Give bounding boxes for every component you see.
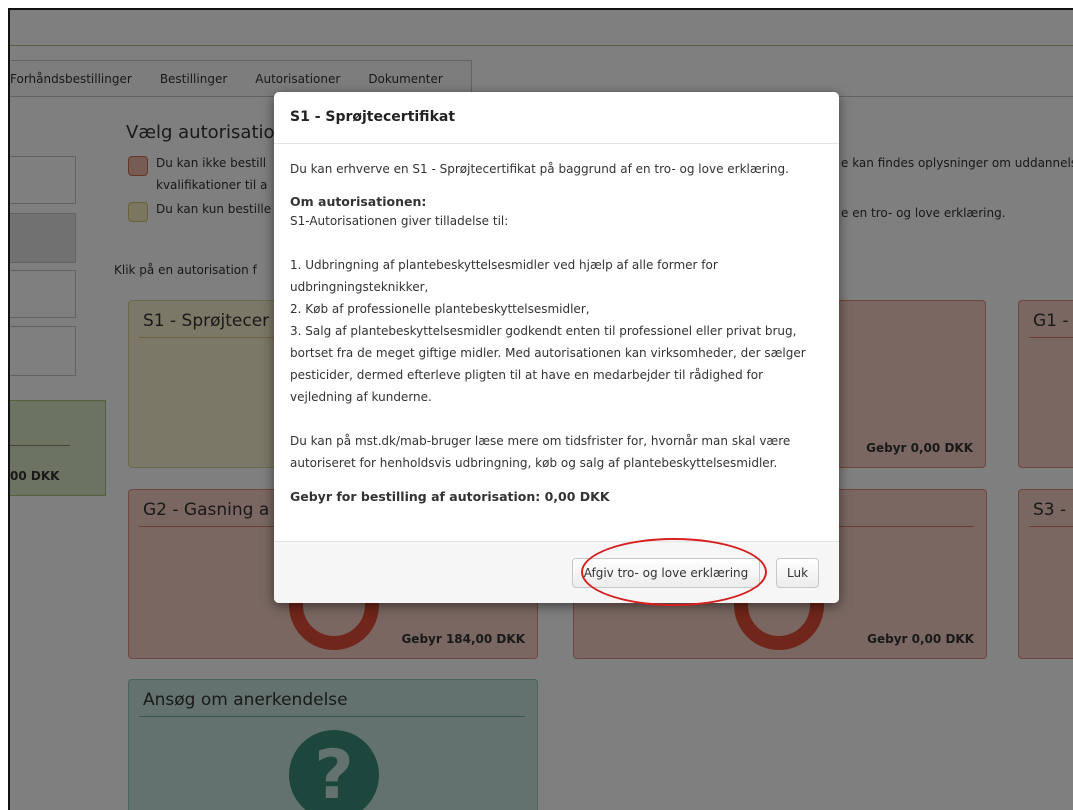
info-text-b: autoriseret for henholdsvis udbringning,… [290,456,778,470]
permission-item-1b: udbringningsteknikker, [290,280,429,294]
permission-item-3d: vejledning af kunderne. [290,390,432,404]
dialog-intro: Du kan erhverve en S1 - Sprøjtecertifika… [290,162,789,176]
about-heading: Om autorisationen: [290,194,427,209]
app-background: Forhåndsbestillinger Bestillinger Autori… [10,10,1073,810]
permission-item-1a: 1. Udbringning af plantebeskyttelsesmidl… [290,258,718,272]
about-text: S1-Autorisationen giver tilladelse til: [290,214,509,228]
screenshot-frame: Forhåndsbestillinger Bestillinger Autori… [8,8,1073,810]
close-button[interactable]: Luk [776,558,819,588]
authorization-dialog: S1 - Sprøjtecertifikat Du kan erhverve e… [274,92,839,603]
permission-item-3b: bortset fra de meget giftige midler. Med… [290,346,806,360]
permission-item-2: 2. Køb af professionelle plantebeskyttel… [290,302,590,316]
submit-declaration-button[interactable]: Afgiv tro- og love erklæring [572,558,760,588]
permission-item-3c: pesticider, dermed efterleve pligten til… [290,368,763,382]
info-text-a: Du kan på mst.dk/mab-bruger læse mere om… [290,434,791,448]
dialog-footer: Afgiv tro- og love erklæring Luk [274,541,839,603]
order-fee: Gebyr for bestilling af autorisation: 0,… [290,489,610,504]
dialog-body: Du kan erhverve en S1 - Sprøjtecertifika… [274,144,839,508]
dialog-title: S1 - Sprøjtecertifikat [274,92,839,144]
permission-item-3a: 3. Salg af plantebeskyttelsesmidler godk… [290,324,797,338]
